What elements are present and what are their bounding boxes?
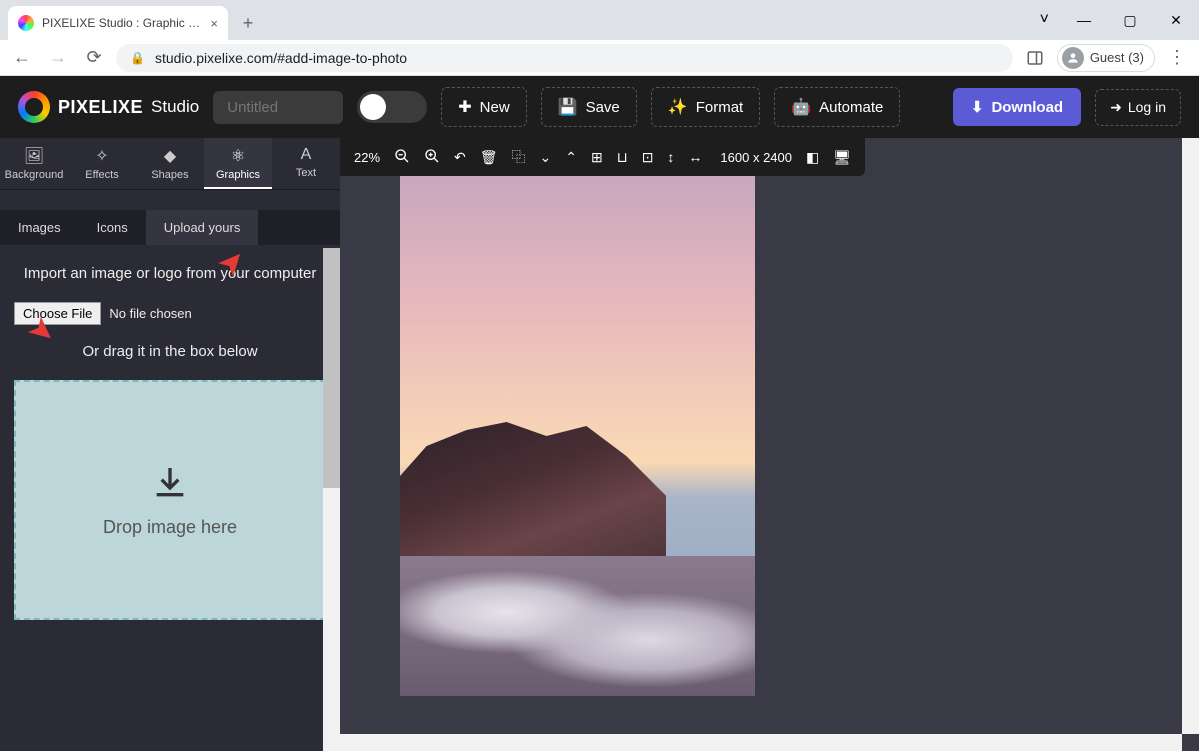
app-header: PIXELIXE Studio ✚New 💾Save ✨Format 🤖Auto… bbox=[0, 76, 1199, 138]
canvas-image[interactable] bbox=[400, 176, 755, 696]
favicon bbox=[18, 15, 34, 31]
subtab-icons[interactable]: Icons bbox=[79, 210, 146, 245]
toggle-knob bbox=[360, 94, 386, 120]
logo-brand: PIXELIXE bbox=[58, 97, 143, 118]
tab-graphics[interactable]: ⚛Graphics bbox=[204, 138, 272, 189]
image-icon: 🖼 bbox=[24, 146, 44, 166]
back-button[interactable]: ← bbox=[8, 44, 36, 72]
canvas-toolbar: 22% ↶ 🗑 ⿻ ⌄ ⌃ ⊞ ⊔ ⊡ ↕ ↔ 1600 x 2400 ◧ 🖥 bbox=[340, 138, 865, 176]
scrollbar-thumb[interactable] bbox=[323, 248, 340, 488]
canvas-dimensions: 1600 x 2400 bbox=[720, 150, 792, 165]
or-drag-label: Or drag it in the box below bbox=[14, 343, 326, 360]
window-controls: ˅ — ▢ ✕ bbox=[1040, 0, 1199, 40]
no-file-label: No file chosen bbox=[109, 306, 191, 321]
cube-icon[interactable]: ◧ bbox=[806, 149, 819, 166]
browser-tab-strip: PIXELIXE Studio : Graphic Crea × + ˅ — ▢… bbox=[0, 0, 1199, 40]
logo-icon bbox=[18, 91, 50, 123]
choose-file-button[interactable]: Choose File bbox=[14, 302, 101, 325]
zoom-level[interactable]: 22% bbox=[354, 150, 380, 165]
logo-sub: Studio bbox=[151, 97, 199, 117]
tool-tabs: 🖼Background ✧Effects ◆Shapes ⚛Graphics A… bbox=[0, 138, 340, 190]
address-bar: ← → ⟳ 🔒 studio.pixelixe.com/#add-image-t… bbox=[0, 40, 1199, 76]
move-up-icon[interactable]: ⌃ bbox=[565, 149, 577, 166]
login-icon: ➜ bbox=[1110, 99, 1122, 116]
panel-icon[interactable] bbox=[1021, 44, 1049, 72]
lock-icon: 🔒 bbox=[130, 51, 145, 65]
vertical-scrollbar[interactable] bbox=[1182, 138, 1199, 734]
minimize-button[interactable]: — bbox=[1061, 5, 1107, 35]
dropzone[interactable]: Drop image here bbox=[14, 380, 326, 620]
menu-button[interactable]: ⋮ bbox=[1163, 47, 1191, 68]
upload-panel: Import an image or logo from your comput… bbox=[0, 245, 340, 751]
text-icon: A bbox=[301, 146, 312, 164]
sidebar: 🖼Background ✧Effects ◆Shapes ⚛Graphics A… bbox=[0, 138, 340, 751]
wand-icon: ✨ bbox=[668, 97, 688, 117]
logo[interactable]: PIXELIXE Studio bbox=[18, 91, 199, 123]
zoom-out-icon[interactable] bbox=[394, 148, 410, 167]
url-field[interactable]: 🔒 studio.pixelixe.com/#add-image-to-phot… bbox=[116, 44, 1013, 72]
copy-icon[interactable]: ⿻ bbox=[512, 147, 526, 167]
tab-text[interactable]: AText bbox=[272, 138, 340, 189]
canvas-area[interactable]: 22% ↶ 🗑 ⿻ ⌄ ⌃ ⊞ ⊔ ⊡ ↕ ↔ 1600 x 2400 ◧ 🖥 bbox=[340, 138, 1199, 751]
undo-icon[interactable]: ↶ bbox=[454, 149, 466, 166]
automate-button[interactable]: 🤖Automate bbox=[774, 87, 900, 127]
format-button[interactable]: ✨Format bbox=[651, 87, 760, 127]
download-arrow-icon bbox=[150, 463, 190, 503]
tab-title: PIXELIXE Studio : Graphic Crea bbox=[42, 16, 202, 30]
upload-heading: Import an image or logo from your comput… bbox=[14, 263, 326, 284]
file-input-row: Choose File No file chosen bbox=[14, 302, 326, 325]
close-tab-icon[interactable]: × bbox=[210, 16, 218, 31]
subtab-images[interactable]: Images bbox=[0, 210, 79, 245]
download-button[interactable]: ⬇Download bbox=[953, 88, 1081, 126]
desktop-icon[interactable]: 🖥 bbox=[833, 149, 851, 166]
tab-shapes[interactable]: ◆Shapes bbox=[136, 138, 204, 189]
login-button[interactable]: ➜Log in bbox=[1095, 89, 1181, 126]
tab-background[interactable]: 🖼Background bbox=[0, 138, 68, 189]
zoom-in-icon[interactable] bbox=[424, 148, 440, 167]
plus-icon: ✚ bbox=[458, 97, 471, 117]
robot-icon: 🤖 bbox=[791, 97, 811, 117]
subtab-upload[interactable]: Upload yours bbox=[146, 210, 259, 245]
resize-v-icon[interactable]: ↕ bbox=[667, 149, 674, 165]
profile-button[interactable]: Guest (3) bbox=[1057, 44, 1155, 72]
image-foam bbox=[400, 556, 755, 696]
guest-label: Guest (3) bbox=[1090, 50, 1144, 65]
reload-button[interactable]: ⟳ bbox=[80, 44, 108, 72]
sparkle-icon: ✧ bbox=[95, 146, 108, 166]
shapes-icon: ◆ bbox=[164, 146, 176, 166]
browser-tab[interactable]: PIXELIXE Studio : Graphic Crea × bbox=[8, 6, 228, 40]
download-icon: ⬇ bbox=[971, 98, 984, 116]
sub-tabs: Images Icons Upload yours bbox=[0, 210, 340, 245]
crop-icon[interactable]: ⊡ bbox=[642, 149, 654, 166]
graphics-icon: ⚛ bbox=[231, 146, 245, 166]
theme-toggle[interactable] bbox=[357, 91, 427, 123]
tab-effects[interactable]: ✧Effects bbox=[68, 138, 136, 189]
save-icon: 💾 bbox=[558, 97, 578, 117]
url-text: studio.pixelixe.com/#add-image-to-photo bbox=[155, 50, 407, 66]
new-button[interactable]: ✚New bbox=[441, 87, 526, 127]
new-tab-button[interactable]: + bbox=[234, 9, 262, 37]
close-window-button[interactable]: ✕ bbox=[1153, 5, 1199, 35]
move-down-icon[interactable]: ⌄ bbox=[540, 149, 552, 166]
grid-icon[interactable]: ⊞ bbox=[591, 149, 603, 166]
resize-h-icon[interactable]: ↔ bbox=[688, 149, 702, 165]
maximize-button[interactable]: ▢ bbox=[1107, 5, 1153, 35]
magnet-icon[interactable]: ⊔ bbox=[617, 149, 628, 166]
save-button[interactable]: 💾Save bbox=[541, 87, 637, 127]
chevron-down-icon[interactable]: ˅ bbox=[1040, 11, 1049, 29]
forward-button: → bbox=[44, 44, 72, 72]
document-title-input[interactable] bbox=[213, 91, 343, 124]
dropzone-label: Drop image here bbox=[103, 517, 237, 538]
horizontal-scrollbar[interactable] bbox=[340, 734, 1182, 751]
sidebar-scrollbar[interactable] bbox=[323, 248, 340, 751]
avatar-icon bbox=[1062, 47, 1084, 69]
trash-icon[interactable]: 🗑 bbox=[480, 149, 498, 166]
main-area: 🖼Background ✧Effects ◆Shapes ⚛Graphics A… bbox=[0, 138, 1199, 751]
